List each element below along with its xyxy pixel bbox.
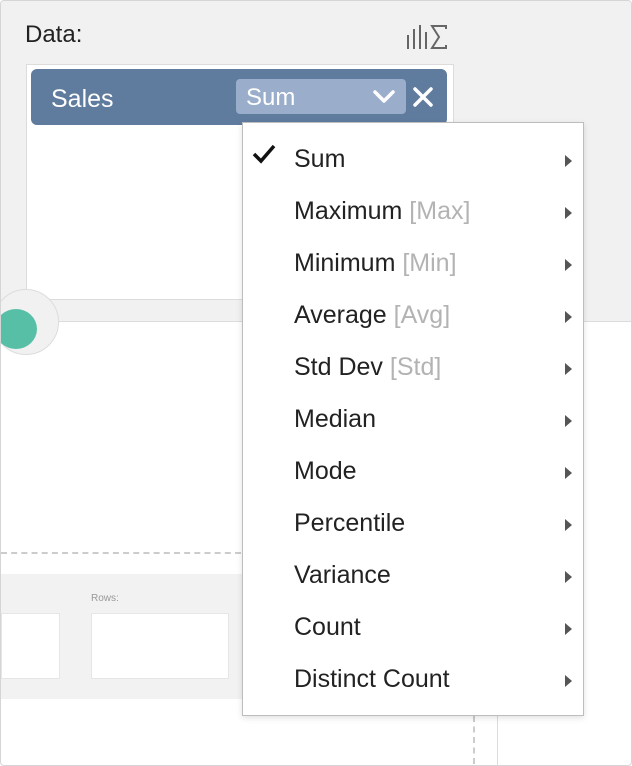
caret-right-icon [565, 415, 572, 427]
caret-right-icon [565, 467, 572, 479]
menu-item-distinct-count[interactable]: Distinct Count [243, 643, 583, 695]
menu-item-median[interactable]: Median [243, 383, 583, 435]
menu-item-abbreviation: [Std] [389, 353, 442, 381]
menu-item-label: Mode [294, 457, 357, 485]
menu-item-count[interactable]: Count [243, 591, 583, 643]
caret-right-icon [565, 207, 572, 219]
menu-item-label: Average [Avg] [294, 301, 451, 329]
caret-right-icon [565, 363, 572, 375]
caret-right-icon [565, 311, 572, 323]
menu-item-label: Variance [294, 561, 391, 589]
menu-item-label: Minimum [Min] [294, 249, 457, 277]
menu-item-label: Count [294, 613, 361, 641]
field-chip-sales[interactable]: Sales Sum [31, 69, 447, 125]
caret-right-icon [565, 259, 572, 271]
chevron-down-icon [373, 90, 395, 103]
menu-item-label: Std Dev [Std] [294, 353, 442, 381]
menu-item-variance[interactable]: Variance [243, 539, 583, 591]
menu-item-sum[interactable]: Sum [243, 123, 583, 175]
dashed-divider-horizontal [1, 552, 241, 554]
aggregation-menu: Sum Maximum [Max] Minimum [Min] Average [Av… [242, 122, 584, 716]
caret-right-icon [565, 155, 572, 167]
menu-item-maximum[interactable]: Maximum [Max] [243, 175, 583, 227]
rows-drop-box[interactable] [91, 613, 229, 679]
menu-item-abbreviation: [Min] [402, 249, 457, 277]
menu-item-label: Maximum [Max] [294, 197, 471, 225]
menu-item-mode[interactable]: Mode [243, 435, 583, 487]
dashed-divider-vertical [473, 716, 475, 764]
menu-item-label: Median [294, 405, 376, 433]
rows-label: Rows: [91, 593, 119, 604]
menu-item-std-dev[interactable]: Std Dev [Std] [243, 331, 583, 383]
caret-right-icon [565, 519, 572, 531]
caret-right-icon [565, 675, 572, 687]
columns-drop-box[interactable] [1, 613, 60, 679]
data-section-title: Data: [25, 21, 83, 48]
close-icon[interactable] [411, 85, 435, 109]
menu-item-percentile[interactable]: Percentile [243, 487, 583, 539]
menu-item-label: Distinct Count [294, 665, 450, 693]
field-label: Sales [51, 85, 114, 113]
caret-right-icon [565, 623, 572, 635]
menu-item-abbreviation: [Max] [409, 197, 471, 225]
menu-item-label: Sum [294, 145, 346, 173]
menu-item-average[interactable]: Average [Avg] [243, 279, 583, 331]
aggregation-select-value: Sum [246, 84, 296, 111]
aggregation-sigma-icon[interactable] [405, 23, 449, 51]
aggregation-select[interactable]: Sum [236, 79, 406, 114]
caret-right-icon [565, 571, 572, 583]
menu-item-label: Percentile [294, 509, 406, 537]
menu-item-abbreviation: [Avg] [393, 301, 451, 329]
checkmark-icon [252, 144, 276, 164]
menu-item-minimum[interactable]: Minimum [Min] [243, 227, 583, 279]
pivot-config-frame: Data: Sales Sum Rows: Sum Maximum [Max] … [0, 0, 632, 766]
